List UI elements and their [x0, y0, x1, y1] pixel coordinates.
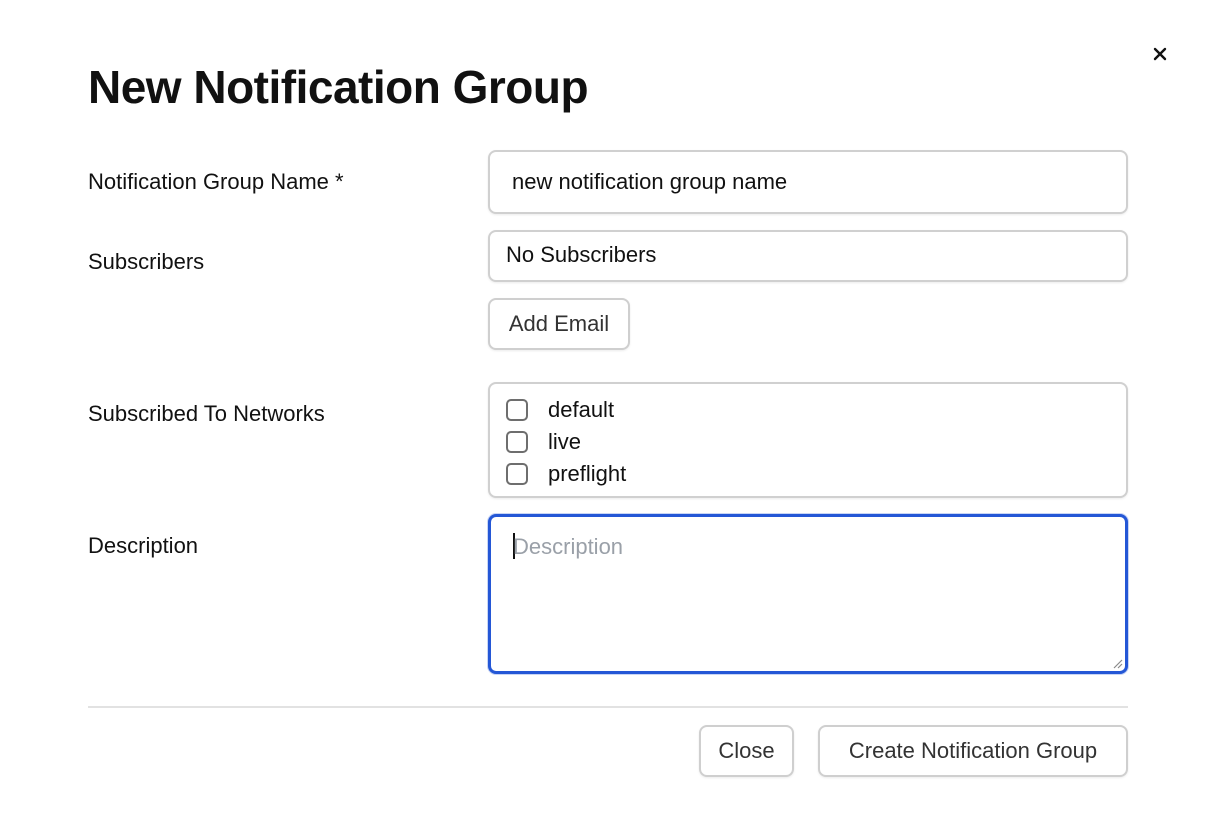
add-email-button[interactable]: Add Email: [488, 298, 630, 350]
network-label-live: live: [548, 429, 582, 454]
network-option-default[interactable]: default: [506, 394, 1110, 426]
description-textarea[interactable]: Description: [488, 514, 1128, 674]
description-placeholder: Description: [513, 534, 624, 559]
checkbox-default[interactable]: [506, 399, 528, 421]
subscribers-list: No Subscribers: [488, 230, 1128, 282]
footer-divider: [88, 706, 1128, 708]
networks-checklist: default live preflight: [488, 382, 1128, 498]
networks-label: Subscribed To Networks: [88, 401, 325, 426]
group-name-input[interactable]: [488, 150, 1128, 214]
resize-handle-icon[interactable]: [1111, 657, 1123, 669]
close-icon[interactable]: [1146, 40, 1174, 68]
network-option-preflight[interactable]: preflight: [506, 458, 1110, 490]
checkbox-preflight[interactable]: [506, 463, 528, 485]
notification-group-dialog: New Notification Group Notification Grou…: [0, 0, 1218, 816]
create-notification-group-button[interactable]: Create Notification Group: [818, 725, 1128, 777]
dialog-title: New Notification Group: [88, 61, 589, 113]
network-label-default: default: [548, 397, 615, 422]
network-label-preflight: preflight: [548, 461, 627, 486]
close-button[interactable]: Close: [699, 725, 794, 777]
subscribers-label: Subscribers: [88, 249, 205, 274]
network-option-live[interactable]: live: [506, 426, 1110, 458]
name-label: Notification Group Name *: [88, 169, 344, 194]
checkbox-live[interactable]: [506, 431, 528, 453]
description-label: Description: [88, 533, 199, 558]
